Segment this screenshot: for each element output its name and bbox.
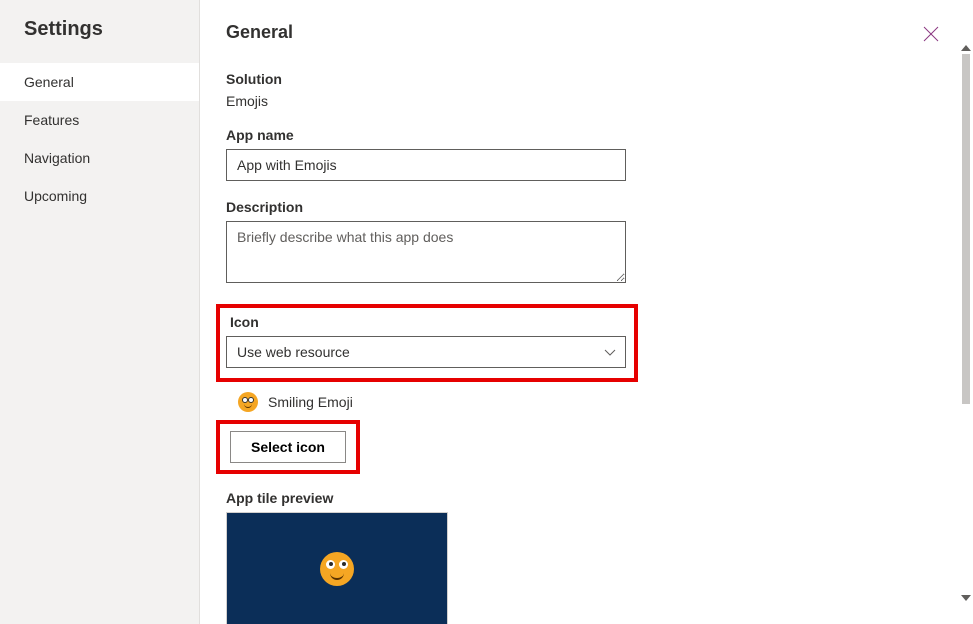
scroll-up-arrow[interactable] — [960, 42, 972, 54]
solution-value: Emojis — [226, 93, 268, 109]
settings-sidebar: Settings General Features Navigation Upc… — [0, 0, 200, 624]
close-button[interactable] — [919, 22, 943, 46]
tile-emoji-icon — [320, 552, 354, 586]
tile-preview-field: App tile preview — [226, 490, 943, 624]
smiling-emoji-icon — [238, 392, 258, 412]
page-title: General — [226, 22, 943, 43]
icon-section-highlight: Icon Use web resource — [216, 304, 638, 382]
sidebar-item-features[interactable]: Features — [0, 101, 199, 139]
app-tile-preview — [226, 512, 448, 624]
scroll-down-arrow[interactable] — [960, 592, 972, 604]
scrollbar-thumb[interactable] — [962, 54, 970, 404]
description-field: Description — [226, 199, 943, 286]
description-input[interactable] — [226, 221, 626, 283]
tile-preview-top — [227, 513, 447, 624]
sidebar-item-upcoming[interactable]: Upcoming — [0, 177, 199, 215]
selected-icon-row: Smiling Emoji — [238, 392, 943, 412]
close-icon — [922, 25, 940, 43]
solution-field: Solution Emojis — [226, 71, 943, 109]
select-icon-button[interactable]: Select icon — [230, 431, 346, 463]
selected-icon-name: Smiling Emoji — [268, 394, 353, 410]
solution-label: Solution — [226, 71, 943, 87]
sidebar-item-general[interactable]: General — [0, 63, 199, 101]
app-name-label: App name — [226, 127, 943, 143]
icon-label: Icon — [230, 314, 624, 330]
description-label: Description — [226, 199, 943, 215]
icon-select-wrap: Use web resource — [226, 336, 626, 368]
app-name-field: App name — [226, 127, 943, 181]
sidebar-item-navigation[interactable]: Navigation — [0, 139, 199, 177]
main-panel: General Solution Emojis App name Descrip… — [200, 0, 973, 624]
icon-select[interactable]: Use web resource — [226, 336, 626, 368]
scrollbar-track[interactable] — [959, 54, 973, 592]
app-name-input[interactable] — [226, 149, 626, 181]
sidebar-title: Settings — [0, 18, 199, 63]
select-icon-highlight: Select icon — [216, 420, 360, 474]
tile-preview-label: App tile preview — [226, 490, 943, 506]
